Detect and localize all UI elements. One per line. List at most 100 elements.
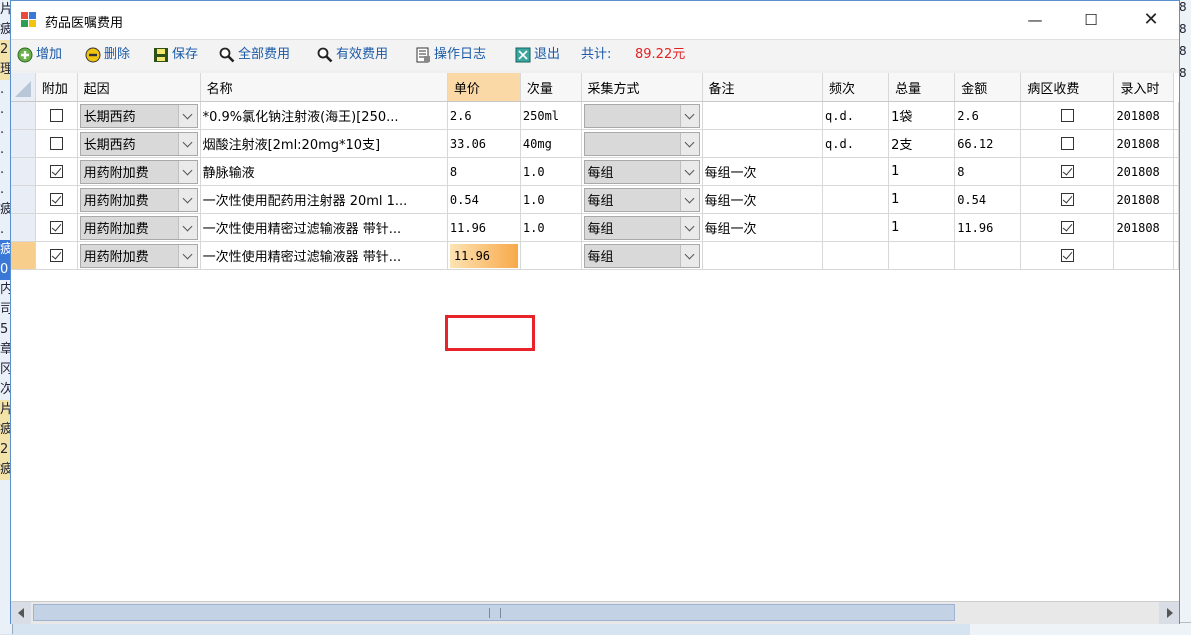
chevron-down-icon[interactable]: [177, 104, 197, 127]
cell-method[interactable]: 每组: [581, 157, 703, 186]
method-dropdown[interactable]: 每组: [583, 159, 700, 184]
cell-dose[interactable]: 1.0: [520, 157, 582, 186]
table-row[interactable]: 长期西药 *0.9%氯化钠注射液(海王)[250... 2.6 250ml q.d. 1袋…: [11, 101, 1179, 130]
cell-attached[interactable]: [35, 101, 78, 130]
method-dropdown[interactable]: 每组: [583, 243, 700, 268]
cell-name[interactable]: 一次性使用配药用注射器 20ml 1...: [200, 185, 448, 214]
cell-total[interactable]: 2支: [888, 129, 956, 158]
column-header-entry-time[interactable]: 录入时: [1113, 73, 1174, 102]
table-row[interactable]: 用药附加费 一次性使用配药用注射器 20ml 1... 0.54 1.0 每组 每组一次 1…: [11, 185, 1179, 214]
cell-price[interactable]: 33.06: [447, 129, 521, 158]
column-header-frequency[interactable]: 频次: [822, 73, 890, 102]
cell-reason[interactable]: 用药附加费: [77, 157, 201, 186]
cell-amount[interactable]: 0.54: [954, 185, 1022, 214]
cell-entry-time[interactable]: [1113, 241, 1174, 270]
cell-ward-charge[interactable]: [1020, 241, 1115, 270]
column-header-dose[interactable]: 次量: [520, 73, 582, 102]
cell-amount[interactable]: 11.96: [954, 213, 1022, 242]
cell-frequency[interactable]: [822, 241, 890, 270]
horizontal-scrollbar[interactable]: [11, 601, 1179, 624]
cell-price[interactable]: 8: [447, 157, 521, 186]
attached-checkbox[interactable]: [49, 109, 63, 122]
cell-entry-time[interactable]: 201808: [1113, 157, 1174, 186]
chevron-down-icon[interactable]: [679, 104, 699, 127]
cell-attached[interactable]: [35, 185, 78, 214]
attached-checkbox[interactable]: [49, 137, 63, 150]
cell-reason[interactable]: 用药附加费: [77, 213, 201, 242]
method-dropdown[interactable]: [583, 103, 700, 128]
table-row[interactable]: 用药附加费 静脉输液 8 1.0 每组 每组一次 1 8 201808: [11, 157, 1179, 186]
ward-charge-checkbox[interactable]: [1060, 221, 1074, 234]
cell-method[interactable]: [581, 101, 703, 130]
column-header-attached[interactable]: 附加: [35, 73, 78, 102]
method-dropdown[interactable]: 每组: [583, 187, 700, 212]
chevron-down-icon[interactable]: [679, 160, 699, 183]
cell-attached[interactable]: [35, 213, 78, 242]
ward-charge-checkbox[interactable]: [1060, 249, 1074, 262]
cell-note[interactable]: [702, 241, 824, 270]
cell-frequency[interactable]: q.d.: [822, 129, 890, 158]
ward-charge-checkbox[interactable]: [1060, 109, 1074, 122]
attached-checkbox[interactable]: [49, 221, 63, 234]
operation-log-button[interactable]: 操作日志: [415, 45, 486, 65]
cell-amount[interactable]: 2.6: [954, 101, 1022, 130]
column-header-ward-charge[interactable]: 病区收费: [1020, 73, 1115, 102]
chevron-down-icon[interactable]: [679, 216, 699, 239]
cell-attached[interactable]: [35, 157, 78, 186]
add-button[interactable]: 增加: [17, 45, 62, 65]
cell-dose[interactable]: [520, 241, 582, 270]
cell-total[interactable]: [888, 241, 956, 270]
reason-dropdown[interactable]: 用药附加费: [79, 215, 198, 240]
cell-name[interactable]: 烟酸注射液[2ml:20mg*10支]: [200, 129, 448, 158]
cell-note[interactable]: [702, 129, 824, 158]
method-dropdown[interactable]: [583, 131, 700, 156]
cell-amount[interactable]: 8: [954, 157, 1022, 186]
cell-frequency[interactable]: q.d.: [822, 101, 890, 130]
cell-frequency[interactable]: [822, 157, 890, 186]
attached-checkbox[interactable]: [49, 249, 63, 262]
reason-dropdown[interactable]: 用药附加费: [79, 243, 198, 268]
chevron-down-icon[interactable]: [679, 188, 699, 211]
cell-total[interactable]: 1: [888, 213, 956, 242]
reason-dropdown[interactable]: 用药附加费: [79, 159, 198, 184]
row-header[interactable]: [11, 157, 36, 186]
cell-attached[interactable]: [35, 241, 78, 270]
column-header-total[interactable]: 总量: [888, 73, 956, 102]
cell-entry-time[interactable]: 201808: [1113, 129, 1174, 158]
column-header-reason[interactable]: 起因: [77, 73, 201, 102]
cell-method[interactable]: [581, 129, 703, 158]
cell-note[interactable]: 每组一次: [702, 157, 824, 186]
exit-button[interactable]: 退出: [515, 45, 560, 65]
valid-fees-button[interactable]: 有效费用: [317, 45, 388, 65]
all-fees-button[interactable]: 全部费用: [219, 45, 290, 65]
chevron-down-icon[interactable]: [177, 244, 197, 267]
cell-method[interactable]: 每组: [581, 213, 703, 242]
delete-button[interactable]: 删除: [85, 45, 130, 65]
cell-amount[interactable]: [954, 241, 1022, 270]
table-row[interactable]: 长期西药 烟酸注射液[2ml:20mg*10支] 33.06 40mg q.d. 2支 66…: [11, 129, 1179, 158]
table-row[interactable]: 用药附加费 一次性使用精密过滤输液器 带针... 11.96 1.0 每组 每组一次 1 11…: [11, 213, 1179, 242]
cell-name[interactable]: *0.9%氯化钠注射液(海王)[250...: [200, 101, 448, 130]
cell-note[interactable]: 每组一次: [702, 185, 824, 214]
scroll-thumb[interactable]: [33, 604, 955, 621]
chevron-down-icon[interactable]: [177, 132, 197, 155]
column-header-amount[interactable]: 金额: [954, 73, 1022, 102]
fee-grid[interactable]: 附加 起因 名称 单价 次量 采集方式 备注 频次 总量 金额 病区收费 录入时…: [11, 73, 1179, 601]
column-header-name[interactable]: 名称: [200, 73, 448, 102]
cell-entry-time[interactable]: 201808: [1113, 101, 1174, 130]
ward-charge-checkbox[interactable]: [1060, 137, 1074, 150]
cell-price[interactable]: 0.54: [447, 185, 521, 214]
row-header[interactable]: [11, 129, 36, 158]
close-button[interactable]: ✕: [1123, 1, 1179, 39]
cell-amount[interactable]: 66.12: [954, 129, 1022, 158]
cell-dose[interactable]: 40mg: [520, 129, 582, 158]
cell-reason[interactable]: 用药附加费: [77, 241, 201, 270]
chevron-down-icon[interactable]: [177, 188, 197, 211]
column-header-price[interactable]: 单价: [447, 73, 521, 102]
cell-price[interactable]: 11.96: [447, 213, 521, 242]
cell-frequency[interactable]: [822, 213, 890, 242]
cell-note[interactable]: 每组一次: [702, 213, 824, 242]
method-dropdown[interactable]: 每组: [583, 215, 700, 240]
column-header-note[interactable]: 备注: [702, 73, 824, 102]
minimize-button[interactable]: —: [1007, 1, 1063, 39]
